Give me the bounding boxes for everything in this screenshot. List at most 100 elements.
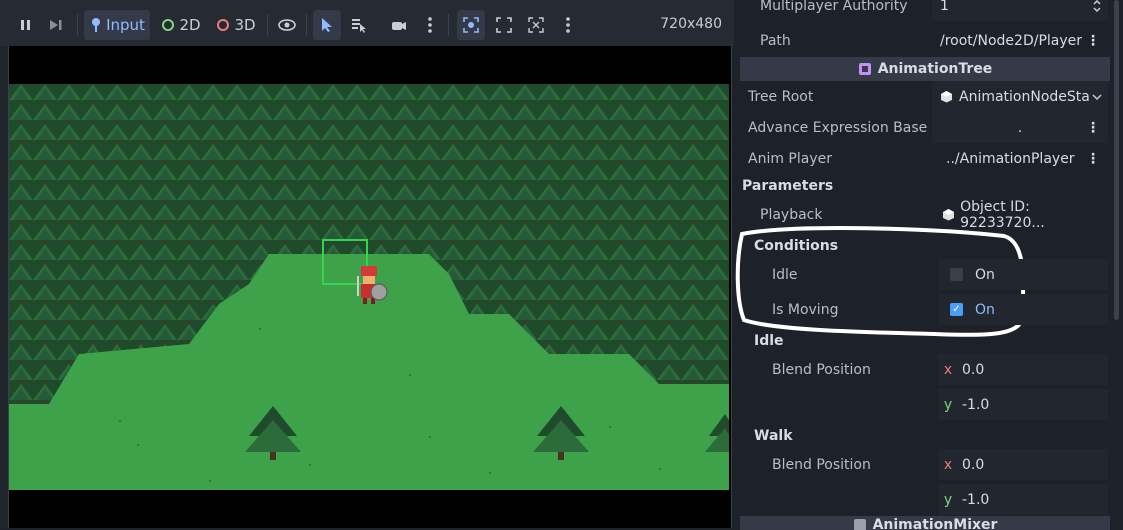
kebab-menu-icon xyxy=(566,17,570,33)
kebab-menu-icon xyxy=(428,17,432,33)
camera-icon xyxy=(392,22,406,30)
anim-player-field[interactable]: ../AnimationPlayer ⋮ xyxy=(932,143,1108,174)
list-select-button[interactable] xyxy=(346,10,372,40)
more-options-button-2[interactable] xyxy=(558,10,578,40)
game-scene xyxy=(9,84,729,490)
more-options-button[interactable] xyxy=(420,10,440,40)
walk-blend-y-field[interactable]: y -1.0 xyxy=(938,484,1108,515)
advance-expression-row: Advance Expression Base . ⋮ xyxy=(740,112,1110,143)
viewport-toolbar: Input 2D 3D 720x480 xyxy=(0,0,734,46)
walk-blend-x-field[interactable]: x 0.0 xyxy=(938,449,1108,480)
2d-circle-icon xyxy=(162,19,175,31)
conditions-header[interactable]: Conditions xyxy=(754,238,838,254)
idle-condition-label: Idle xyxy=(772,266,798,283)
y-axis-label: y xyxy=(943,491,953,508)
inspector-panel: Multiplayer Authority 1 Path /root/Node2… xyxy=(734,0,1123,530)
anim-player-label: Anim Player xyxy=(748,150,832,167)
checkbox-unchecked-icon[interactable] xyxy=(950,268,963,281)
walk-blend-y-row: y -1.0 xyxy=(740,484,1110,515)
toolbar-separator xyxy=(77,14,78,36)
idle-blend-y-value: -1.0 xyxy=(962,396,990,413)
inspector-scrollbar[interactable] xyxy=(1114,0,1119,320)
idle-blend-label: Blend Position xyxy=(772,361,871,378)
2d-mode-button[interactable]: 2D xyxy=(160,10,202,40)
pause-button[interactable] xyxy=(14,10,38,40)
3d-circle-icon xyxy=(217,19,230,31)
spin-arrows-icon xyxy=(1093,0,1101,12)
animation-tree-title: AnimationTree xyxy=(877,61,993,77)
keep-aspect-button[interactable] xyxy=(492,10,516,40)
idle-condition-value: On xyxy=(975,266,995,283)
animation-mixer-icon xyxy=(853,519,866,530)
embed-game-button[interactable] xyxy=(457,10,485,40)
idle-blend-y-field[interactable]: y -1.0 xyxy=(938,389,1108,420)
fullscreen-icon xyxy=(528,17,544,33)
idle-blend-x-field[interactable]: x 0.0 xyxy=(938,354,1108,385)
input-mode-button[interactable]: Input xyxy=(84,10,150,40)
toolbar-separator xyxy=(267,14,268,36)
walk-section-header[interactable]: Walk xyxy=(754,428,793,444)
list-cursor-icon xyxy=(352,19,366,33)
path-field[interactable]: /root/Node2D/Player ⋮ xyxy=(932,25,1108,56)
fullscreen-button[interactable] xyxy=(524,10,548,40)
anim-player-row: Anim Player ../AnimationPlayer ⋮ xyxy=(740,143,1110,174)
3d-mode-label: 3D xyxy=(234,16,256,34)
walk-blend-x-row: Blend Position x 0.0 xyxy=(740,449,1110,480)
tree-root-value: AnimationNodeSta xyxy=(959,88,1090,105)
pause-icon xyxy=(21,20,30,30)
advance-expression-menu-icon[interactable]: ⋮ xyxy=(1086,120,1100,136)
tree-root-row: Tree Root AnimationNodeSta xyxy=(740,81,1110,112)
forest-scene xyxy=(9,84,729,482)
parameters-header[interactable]: Parameters xyxy=(742,178,833,194)
chevron-down-icon[interactable] xyxy=(1092,93,1102,101)
toolbar-separator xyxy=(448,14,449,36)
walk-blend-label: Blend Position xyxy=(772,456,871,473)
input-mode-label: Input xyxy=(106,16,145,34)
idle-section-header[interactable]: Idle xyxy=(754,333,784,349)
advance-expression-field[interactable]: . ⋮ xyxy=(932,112,1108,143)
idle-condition-checkbox[interactable]: On xyxy=(938,259,1108,290)
x-axis-label: x xyxy=(943,456,953,473)
cursor-arrow-icon xyxy=(322,18,332,32)
eye-icon xyxy=(278,19,296,31)
game-viewport[interactable] xyxy=(8,46,732,528)
expand-corners-icon xyxy=(496,17,512,33)
animation-tree-icon xyxy=(858,63,871,75)
idle-blend-y-row: y -1.0 xyxy=(740,389,1110,420)
is-moving-condition-label: Is Moving xyxy=(772,301,839,318)
y-axis-label: y xyxy=(943,396,953,413)
is-moving-condition-checkbox[interactable]: ✓ On xyxy=(938,294,1108,325)
player-sprite xyxy=(357,266,388,304)
visibility-button[interactable] xyxy=(274,10,300,40)
focus-frame-icon xyxy=(463,17,479,33)
advance-expression-value: . xyxy=(1017,119,1023,136)
walk-blend-x-value: 0.0 xyxy=(962,456,985,473)
2d-mode-label: 2D xyxy=(179,16,201,34)
3d-mode-button[interactable]: 3D xyxy=(214,10,258,40)
advance-expression-label: Advance Expression Base xyxy=(748,119,928,136)
path-row: Path /root/Node2D/Player ⋮ xyxy=(740,25,1110,56)
animation-mixer-title: AnimationMixer xyxy=(872,517,998,530)
path-value: /root/Node2D/Player xyxy=(940,32,1083,49)
resolution-label: 720x480 xyxy=(660,16,722,32)
select-tool-button[interactable] xyxy=(313,10,341,40)
camera-button[interactable] xyxy=(386,10,412,40)
multiplayer-authority-spinbox[interactable]: 1 xyxy=(932,0,1108,21)
is-moving-condition-row: Is Moving ✓ On xyxy=(740,294,1110,325)
path-label: Path xyxy=(760,32,791,49)
joystick-icon xyxy=(92,18,101,32)
tree-sprite xyxy=(245,406,301,460)
tree-root-field[interactable]: AnimationNodeSta xyxy=(932,81,1108,112)
path-menu-icon[interactable]: ⋮ xyxy=(1086,33,1100,49)
tree-sprite xyxy=(705,414,729,452)
idle-blend-x-value: 0.0 xyxy=(962,361,985,378)
animation-tree-header: AnimationTree xyxy=(740,57,1110,81)
checkbox-checked-icon[interactable]: ✓ xyxy=(950,303,963,316)
anim-player-value: ../AnimationPlayer xyxy=(946,150,1075,167)
step-forward-icon xyxy=(50,20,62,30)
anim-player-menu-icon[interactable]: ⋮ xyxy=(1086,151,1100,167)
next-frame-button[interactable] xyxy=(44,10,68,40)
x-axis-label: x xyxy=(943,361,953,378)
idle-condition-row: Idle On xyxy=(740,259,1110,290)
tree-root-label: Tree Root xyxy=(748,88,814,105)
